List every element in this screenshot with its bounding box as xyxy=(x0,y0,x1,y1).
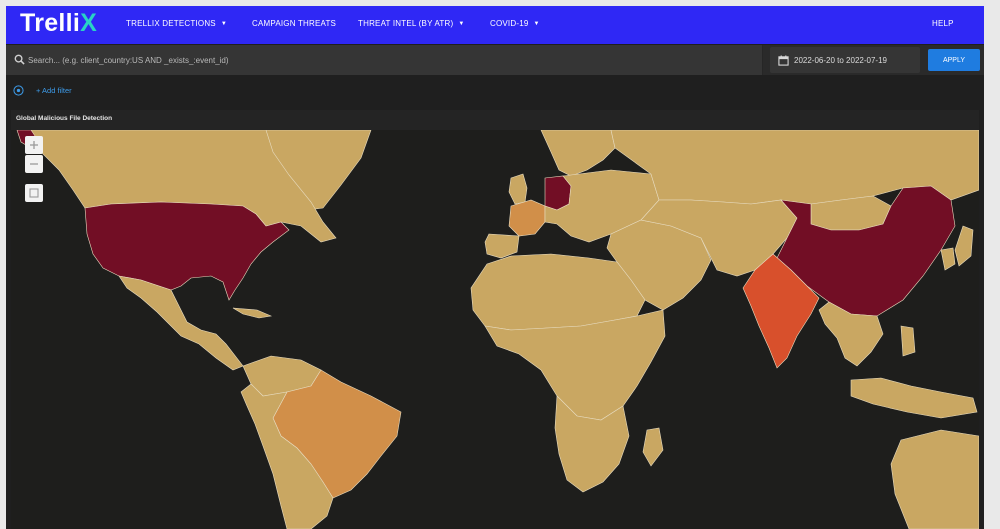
calendar-icon xyxy=(778,55,789,66)
nav-item-threat-intel[interactable]: THREAT INTEL (BY ATR) ▼ xyxy=(358,19,464,28)
nav-item-campaign-threats[interactable]: CAMPAIGN THREATS xyxy=(252,19,336,28)
chevron-down-icon: ▼ xyxy=(458,21,465,27)
country-australia[interactable] xyxy=(890,429,979,529)
help-link[interactable]: HELP xyxy=(932,19,954,28)
choropleth-map[interactable] xyxy=(11,130,979,529)
fit-bounds-button[interactable] xyxy=(25,184,43,202)
zoom-in-button[interactable] xyxy=(25,136,43,154)
query-bar: 2022-06-20 to 2022-07-19 APPLY xyxy=(6,45,984,75)
map-panel: Global Malicious File Detection xyxy=(11,110,979,529)
top-navigation-bar: TrelliX TRELLIX DETECTIONS ▼ CAMPAIGN THR… xyxy=(6,6,984,44)
panel-title: Global Malicious File Detection xyxy=(16,115,113,122)
zoom-out-button[interactable] xyxy=(25,155,43,173)
chevron-down-icon: ▼ xyxy=(220,21,227,27)
country-north-africa[interactable] xyxy=(470,253,646,331)
nav-item-covid-19[interactable]: COVID-19 ▼ xyxy=(490,19,540,28)
minus-icon xyxy=(30,163,38,165)
search-box xyxy=(6,45,763,75)
country-philippines[interactable] xyxy=(900,325,916,357)
add-filter-link[interactable]: + Add filter xyxy=(36,86,72,95)
plus-icon xyxy=(30,141,38,149)
date-range-picker[interactable]: 2022-06-20 to 2022-07-19 xyxy=(770,47,920,73)
chevron-down-icon: ▼ xyxy=(533,21,540,27)
search-input[interactable] xyxy=(28,52,748,68)
search-icon xyxy=(14,54,25,65)
filter-settings-icon[interactable] xyxy=(13,85,24,96)
apply-button[interactable]: APPLY xyxy=(928,49,980,71)
trellix-logo[interactable]: TrelliX xyxy=(20,9,97,38)
fit-bounds-icon xyxy=(29,188,39,198)
date-range-text: 2022-06-20 to 2022-07-19 xyxy=(794,56,887,65)
nav-item-trellix-detections[interactable]: TRELLIX DETECTIONS ▼ xyxy=(126,19,227,28)
dashboard-app: TrelliX TRELLIX DETECTIONS ▼ CAMPAIGN THR… xyxy=(6,6,984,529)
world-map[interactable] xyxy=(11,130,979,529)
